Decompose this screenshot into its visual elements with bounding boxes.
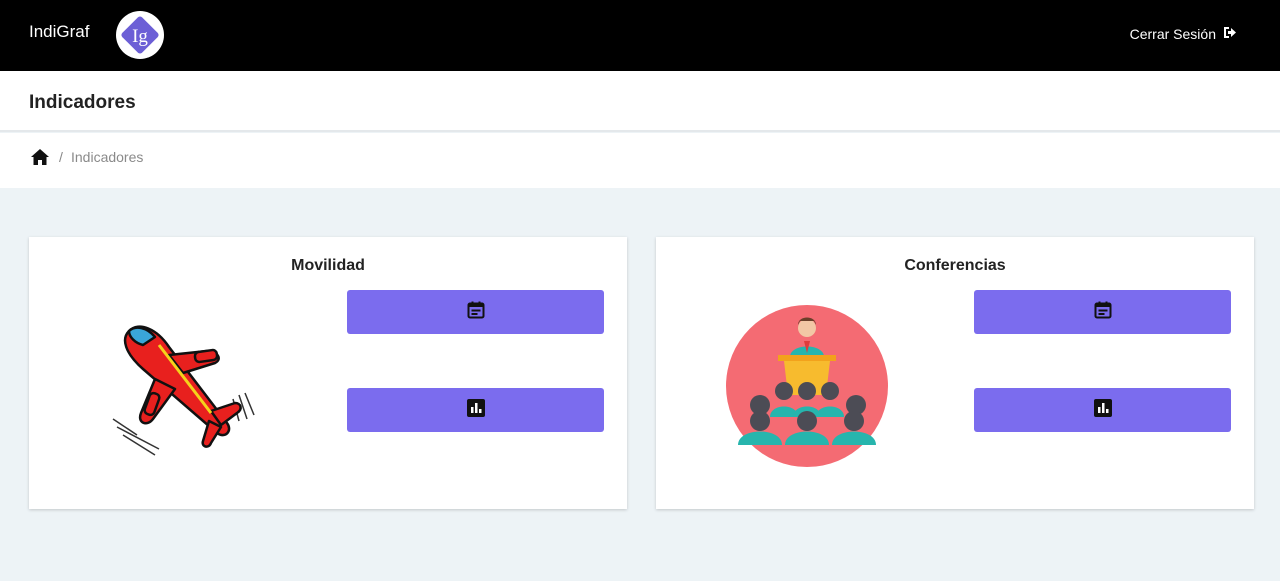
calendar-button-movilidad[interactable] xyxy=(347,290,604,334)
bar-chart-icon xyxy=(1093,398,1112,422)
chart-button-conferencias[interactable] xyxy=(974,388,1231,432)
home-icon[interactable] xyxy=(31,149,49,170)
page-title: Indicadores xyxy=(29,92,136,113)
bar-chart-icon xyxy=(466,398,485,422)
calendar-icon xyxy=(1094,301,1112,324)
airplane-illustration xyxy=(99,303,265,467)
page-header: Indicadores xyxy=(0,71,1280,132)
top-navbar: IndiGraf Ig Cerrar Sesión xyxy=(0,0,1280,71)
logout-button[interactable]: Cerrar Sesión xyxy=(1130,26,1237,42)
sign-out-icon xyxy=(1223,26,1237,42)
card-conferencias: Conferencias xyxy=(656,237,1254,509)
svg-text:Ig: Ig xyxy=(132,26,148,47)
card-movilidad: Movilidad xyxy=(29,237,627,509)
calendar-icon xyxy=(467,301,485,324)
brand-name[interactable]: IndiGraf xyxy=(29,22,89,42)
breadcrumb-current: Indicadores xyxy=(71,149,144,165)
conference-speaker-illustration xyxy=(726,303,892,467)
calendar-button-conferencias[interactable] xyxy=(974,290,1231,334)
app-logo[interactable]: Ig xyxy=(116,11,164,59)
breadcrumb-separator: / xyxy=(59,149,63,165)
card-title-movilidad: Movilidad xyxy=(291,257,365,274)
card-title-conferencias: Conferencias xyxy=(904,257,1006,274)
logout-label: Cerrar Sesión xyxy=(1129,26,1216,42)
breadcrumb: / Indicadores xyxy=(0,133,1280,188)
chart-button-movilidad[interactable] xyxy=(347,388,604,432)
